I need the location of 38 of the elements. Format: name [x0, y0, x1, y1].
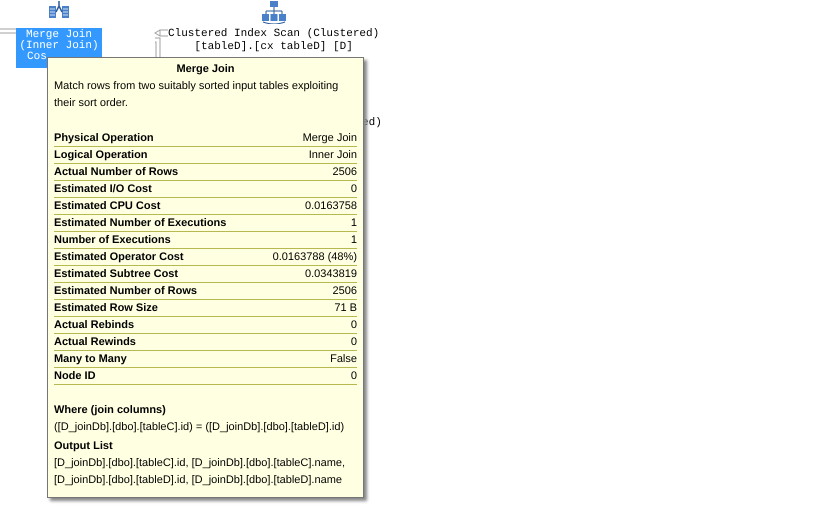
property-value: 0: [350, 369, 357, 384]
property-value: 2506: [332, 165, 357, 180]
property-name: Actual Rewinds: [54, 335, 136, 350]
property-name: Many to Many: [54, 352, 127, 367]
property-name: Estimated Operator Cost: [54, 250, 184, 265]
property-value: Inner Join: [308, 148, 357, 163]
property-value: False: [330, 352, 357, 367]
property-name: Actual Rebinds: [54, 318, 134, 333]
section-text: [D_joinDb].[dbo].[tableC].id, [D_joinDb].[dbo].[tableC].name, [D_joinDb].[dbo].[tableD].id, [D_joinDb].[dbo].[tableD].name: [54, 456, 346, 488]
property-name: Estimated Row Size: [54, 301, 158, 316]
property-name: Estimated CPU Cost: [54, 199, 160, 214]
property-name: Number of Executions: [54, 233, 171, 248]
property-value: 0.0163758: [305, 199, 357, 214]
property-value: 2506: [332, 284, 357, 299]
property-name: Node ID: [54, 369, 96, 384]
property-value: 0: [350, 335, 357, 350]
property-value: 0: [350, 318, 357, 333]
property-value: 0.0343819: [305, 267, 357, 282]
property-value: 0.0163788 (48%): [272, 250, 357, 265]
tooltip-description: Match rows from two suitably sorted input tables exploiting their sort order.: [54, 79, 340, 111]
property-value: Merge Join: [302, 131, 357, 146]
property-name: Actual Number of Rows: [54, 165, 178, 180]
index-scan-icon: [260, 0, 287, 24]
property-value: 1: [350, 216, 357, 231]
property-name: Physical Operation: [54, 131, 154, 146]
tooltip-title: Merge Join: [175, 62, 236, 77]
section-heading: Where (join columns): [54, 403, 167, 418]
property-name: Estimated Subtree Cost: [54, 267, 178, 282]
property-value: 1: [350, 233, 357, 248]
property-name: Estimated Number of Executions: [54, 216, 226, 231]
section-text: ([D_joinDb].[dbo].[tableC].id) = ([D_joinDb].[dbo].[tableD].id): [54, 420, 346, 435]
operator-label[interactable]: Clustered Index Scan (Clustered) [tableD].[cx tableD] [D]: [166, 28, 382, 54]
property-value: 0: [350, 182, 357, 197]
property-name: Estimated I/O Cost: [54, 182, 152, 197]
property-name: Logical Operation: [54, 148, 148, 163]
section-heading: Output List: [54, 439, 114, 454]
property-name: Estimated Number of Rows: [54, 284, 198, 299]
property-value: 71 B: [334, 301, 357, 316]
